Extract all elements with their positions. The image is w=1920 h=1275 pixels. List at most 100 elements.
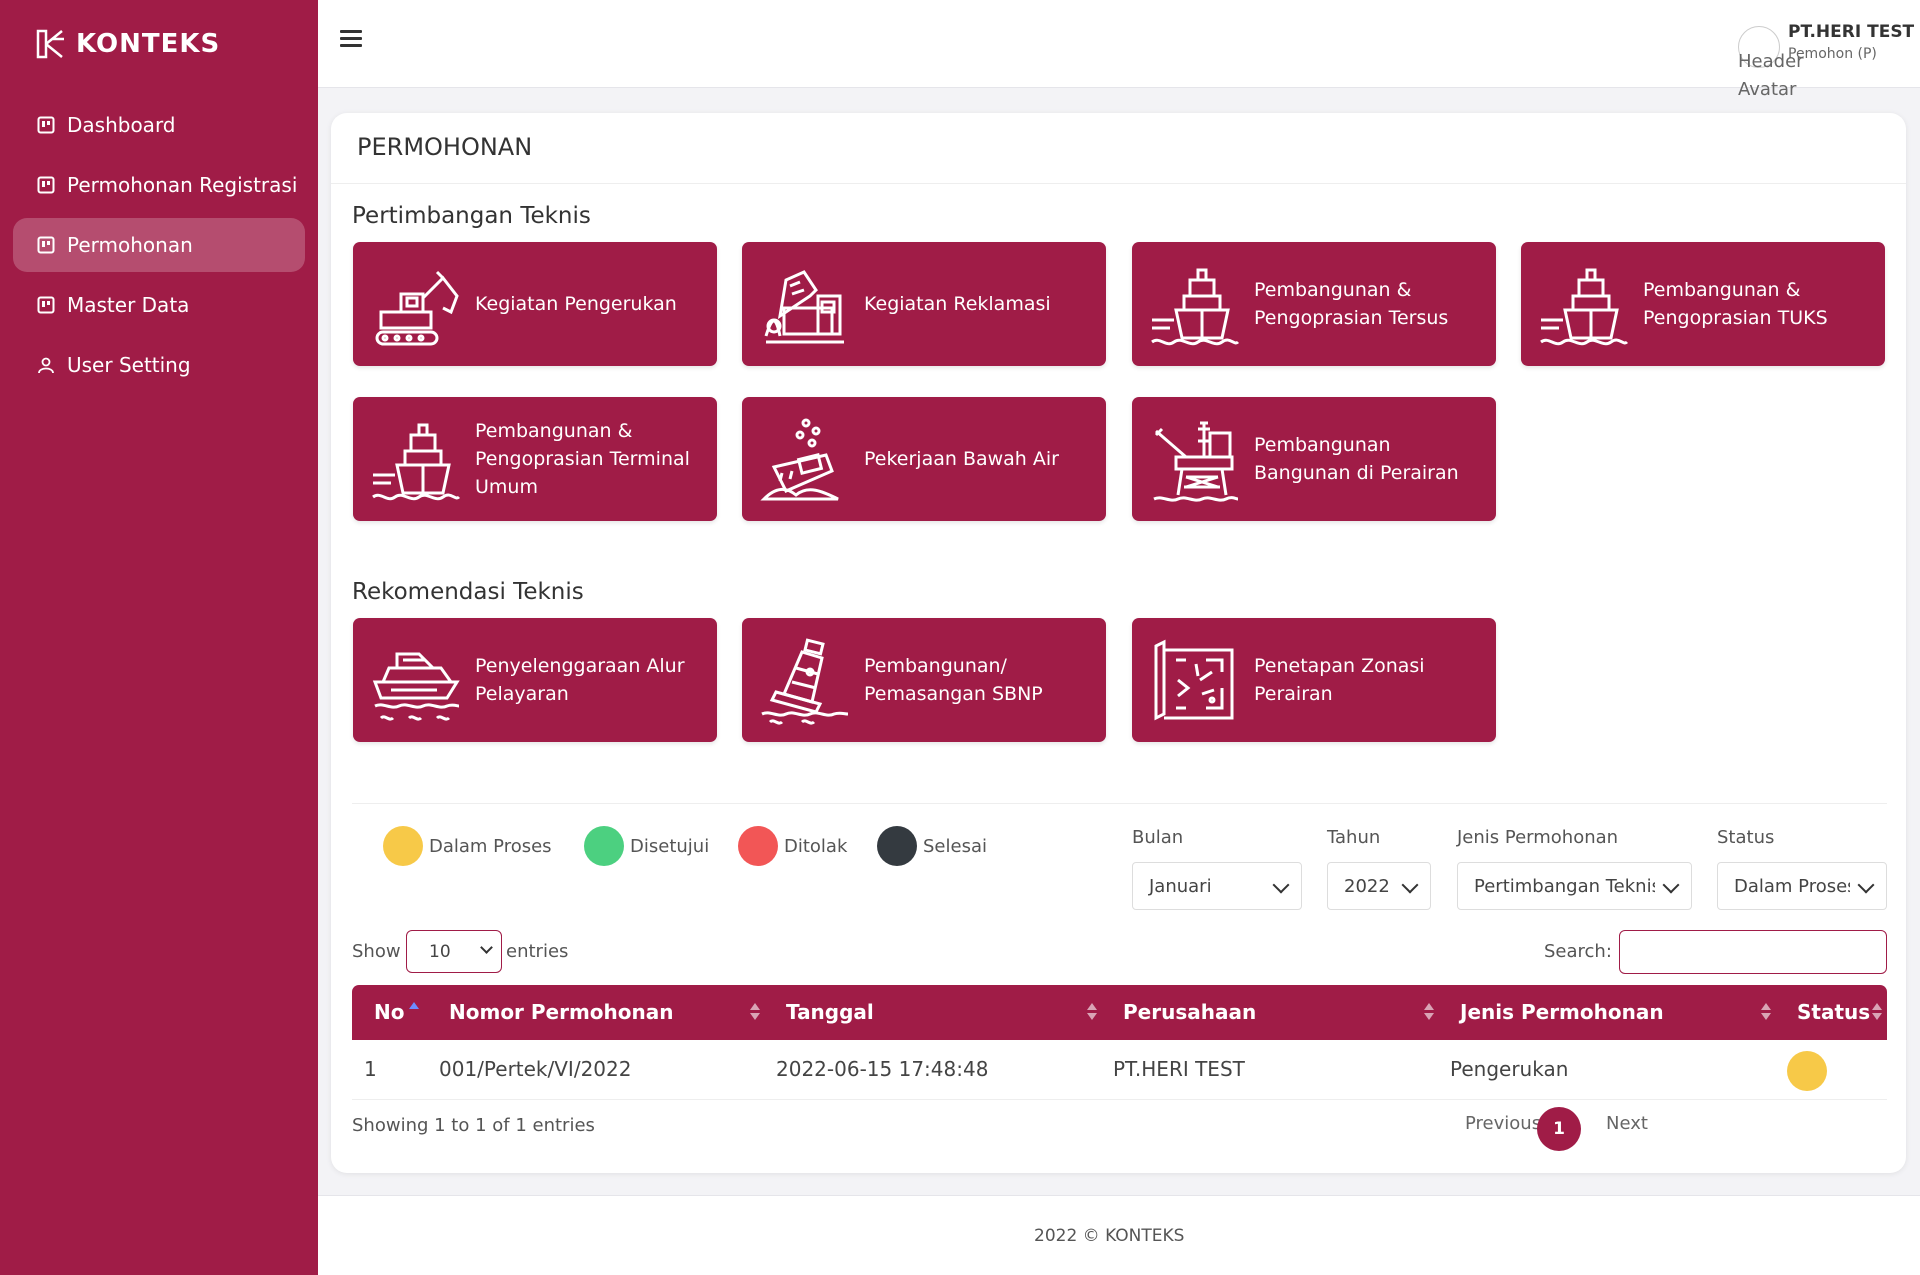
- tile-label: Kegiatan Reklamasi: [864, 293, 1051, 315]
- sort-asc-icon: [409, 1002, 419, 1012]
- user-dropdown[interactable]: Header Avatar PT.HERI TEST Pemohon (P): [1738, 20, 1914, 100]
- tile-label: Kegiatan Pengerukan: [475, 293, 677, 315]
- tahun-select[interactable]: 2022: [1327, 862, 1431, 910]
- shipwreck-icon: [760, 418, 839, 501]
- sort-icon: [1761, 1003, 1771, 1023]
- previous-button[interactable]: Previous: [1465, 1113, 1541, 1134]
- tile-label: Penyelenggaraan Alur Pelayaran: [475, 655, 685, 705]
- ship-icon: [1151, 268, 1240, 346]
- tile-label: Pembangunan & Pengoprasian Terminal Umum: [475, 420, 690, 498]
- cell-perusahaan: PT.HERI TEST: [1113, 1057, 1245, 1081]
- tile-label: Pembangunan Bangunan di Perairan: [1254, 434, 1459, 484]
- sidebar-item-dashboard[interactable]: Dashboard: [13, 98, 305, 152]
- entries-value: 10: [429, 941, 451, 962]
- tile-penyelenggaraan-alur-pelayaran[interactable]: Penyelenggaraan Alur Pelayaran: [353, 618, 717, 742]
- sidebar-item-label: Dashboard: [67, 113, 176, 137]
- sidebar-item-user-setting[interactable]: User Setting: [13, 338, 305, 392]
- column-header-perusahaan[interactable]: Perusahaan: [1123, 1000, 1256, 1024]
- status-badge: [1787, 1051, 1827, 1091]
- sort-icon: [1087, 1003, 1097, 1023]
- cell-jenis: Pengerukan: [1450, 1057, 1569, 1081]
- konteks-logo-icon: [36, 29, 64, 59]
- permohonan-table: No Nomor Permohonan Tanggal Perusahaan J…: [352, 985, 1887, 1100]
- cell-nomor: 001/Pertek/VI/2022: [439, 1057, 632, 1081]
- ship-icon: [372, 423, 461, 501]
- dashboard-icon: [37, 236, 55, 254]
- sidebar: KONTEKS Dashboard Permohonan Registrasi …: [0, 0, 318, 1275]
- column-header-jenis[interactable]: Jenis Permohonan: [1460, 1000, 1664, 1024]
- legend-label: Selesai: [923, 835, 987, 857]
- excavator-icon: [375, 270, 459, 346]
- top-header: Header Avatar PT.HERI TEST Pemohon (P): [318, 0, 1920, 100]
- jenis-permohonan-select[interactable]: Pertimbangan Teknis: [1457, 862, 1692, 910]
- chevron-down-icon: [1662, 876, 1680, 894]
- search-input[interactable]: [1619, 930, 1887, 974]
- status-dot-green: [584, 826, 624, 866]
- yacht-icon: [372, 652, 460, 721]
- next-button[interactable]: Next: [1606, 1113, 1648, 1134]
- tile-label: Pembangunan/ Pemasangan SBNP: [864, 655, 1043, 705]
- tile-pembangunan-tuks[interactable]: Pembangunan & Pengoprasian TUKS: [1521, 242, 1885, 366]
- tile-pembangunan-bangunan-perairan[interactable]: Pembangunan Bangunan di Perairan: [1132, 397, 1496, 521]
- status-dot-red: [738, 826, 778, 866]
- permohonan-card: PERMOHONAN Pertimbangan Teknis Kegiatan …: [331, 113, 1906, 1173]
- dashboard-icon: [37, 116, 55, 134]
- legend-label: Dalam Proses: [429, 835, 552, 857]
- bulan-value: Januari: [1149, 875, 1212, 897]
- sort-icon: [1872, 1003, 1882, 1023]
- user-role: Pemohon (P): [1788, 46, 1877, 62]
- ship-icon: [1540, 268, 1629, 346]
- legend-dalam-proses: Dalam Proses: [383, 826, 552, 866]
- map-icon: [1154, 639, 1234, 721]
- status-dot-dark: [877, 826, 917, 866]
- jenis-permohonan-label: Jenis Permohonan: [1457, 827, 1619, 848]
- tile-pekerjaan-bawah-air[interactable]: Pekerjaan Bawah Air: [742, 397, 1106, 521]
- tile-kegiatan-pengerukan[interactable]: Kegiatan Pengerukan: [353, 242, 717, 366]
- sidebar-item-permohonan[interactable]: Permohonan: [13, 218, 305, 272]
- legend-disetujui: Disetujui: [584, 826, 709, 866]
- column-header-status[interactable]: Status: [1797, 1000, 1870, 1024]
- page-title: PERMOHONAN: [357, 133, 533, 161]
- column-header-no[interactable]: No: [374, 1000, 404, 1024]
- tile-label: Pembangunan & Pengoprasian TUKS: [1643, 279, 1828, 329]
- tile-penetapan-zonasi-perairan[interactable]: Penetapan Zonasi Perairan: [1132, 618, 1496, 742]
- tile-label: Pembangunan & Pengoprasian Tersus: [1254, 279, 1449, 329]
- sidebar-item-label: Permohonan: [67, 233, 193, 257]
- bulan-label: Bulan: [1132, 827, 1184, 848]
- show-label: Show: [352, 941, 401, 962]
- jenis-value: Pertimbangan Teknis: [1474, 875, 1655, 897]
- section-title-rekomendasi: Rekomendasi Teknis: [352, 579, 584, 605]
- legend-ditolak: Ditolak: [738, 826, 847, 866]
- table-header: No Nomor Permohonan Tanggal Perusahaan J…: [352, 985, 1887, 1040]
- oil-rig-icon: [1153, 421, 1239, 502]
- section-title-pertimbangan: Pertimbangan Teknis: [352, 203, 591, 229]
- tile-pembangunan-terminal-umum[interactable]: Pembangunan & Pengoprasian Terminal Umum: [353, 397, 717, 521]
- column-header-nomor[interactable]: Nomor Permohonan: [449, 1000, 674, 1024]
- cell-tanggal: 2022-06-15 17:48:48: [776, 1057, 989, 1081]
- tile-pembangunan-sbnp[interactable]: Pembangunan/ Pemasangan SBNP: [742, 618, 1106, 742]
- column-header-tanggal[interactable]: Tanggal: [786, 1000, 874, 1024]
- status-select[interactable]: Dalam Proses: [1717, 862, 1887, 910]
- entries-select[interactable]: 10: [406, 930, 502, 973]
- tile-kegiatan-reklamasi[interactable]: Kegiatan Reklamasi: [742, 242, 1106, 366]
- menu-toggle-icon[interactable]: [340, 30, 362, 58]
- footer: 2022 © KONTEKS: [318, 1195, 1920, 1275]
- brand-name: KONTEKS: [76, 29, 221, 59]
- sidebar-item-permohonan-registrasi[interactable]: Permohonan Registrasi: [13, 158, 305, 212]
- sidebar-nav: Dashboard Permohonan Registrasi Permohon…: [0, 98, 318, 392]
- status-label: Status: [1717, 827, 1775, 848]
- bulan-select[interactable]: Januari: [1132, 862, 1302, 910]
- sidebar-item-master-data[interactable]: Master Data: [13, 278, 305, 332]
- status-dot-yellow: [383, 826, 423, 866]
- sort-icon: [750, 1003, 760, 1023]
- chevron-down-icon: [1401, 876, 1419, 894]
- tile-pembangunan-tersus[interactable]: Pembangunan & Pengoprasian Tersus: [1132, 242, 1496, 366]
- status-value: Dalam Proses: [1734, 875, 1850, 897]
- table-row[interactable]: 1 001/Pertek/VI/2022 2022-06-15 17:48:48…: [352, 1040, 1887, 1100]
- brand[interactable]: KONTEKS: [0, 0, 318, 88]
- legend-label: Disetujui: [630, 835, 710, 857]
- page-button-1[interactable]: 1: [1537, 1107, 1581, 1151]
- sidebar-item-label: Master Data: [67, 293, 190, 317]
- user-icon: [38, 357, 54, 374]
- dashboard-icon: [37, 176, 55, 194]
